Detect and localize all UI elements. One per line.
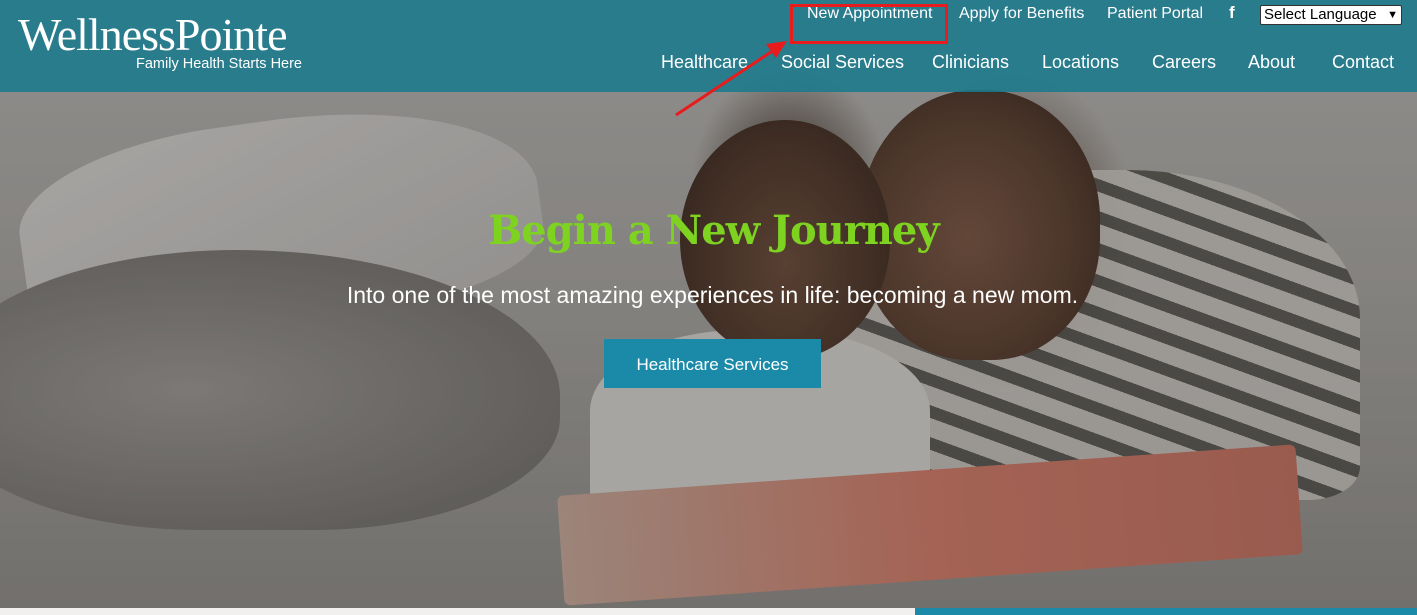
annotation-arrow <box>675 41 787 117</box>
page-bottom-accent <box>915 608 1417 615</box>
